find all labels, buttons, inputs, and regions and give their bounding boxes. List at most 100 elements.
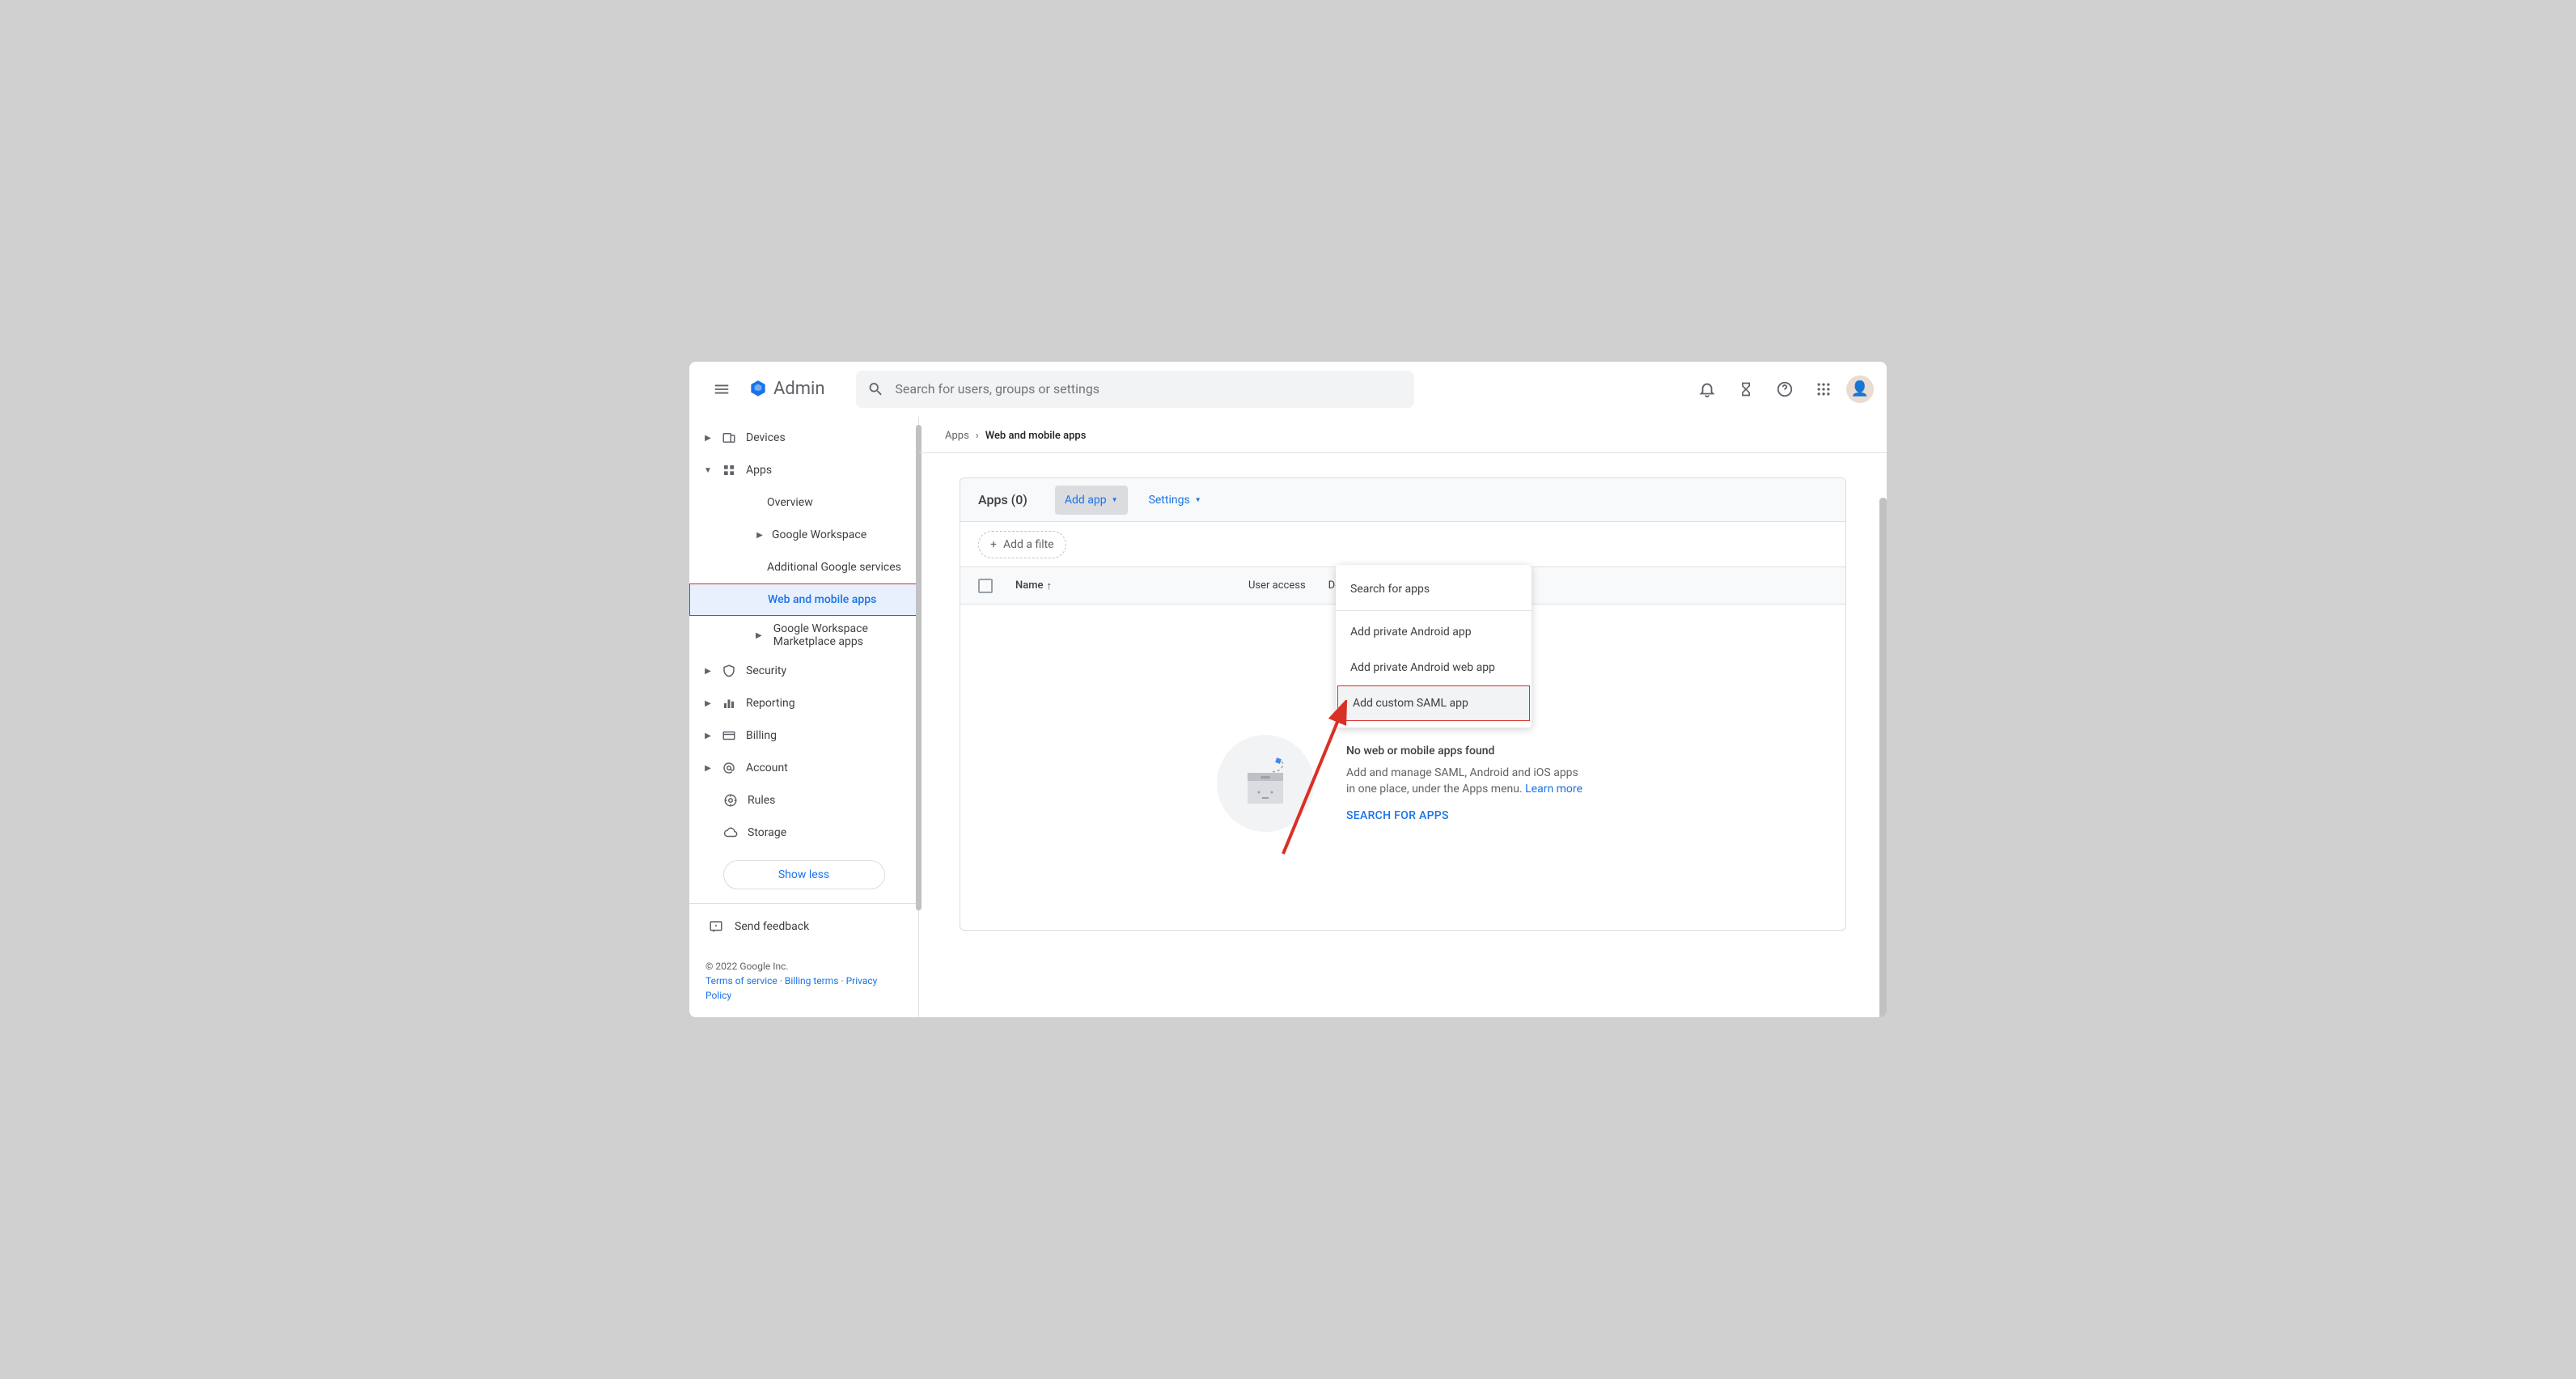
admin-logo-text: Admin	[773, 379, 825, 399]
divider	[1336, 610, 1532, 611]
card-title: Apps (0)	[978, 492, 1027, 507]
sidebar-label: Apps	[746, 464, 772, 477]
rules-icon	[722, 793, 739, 808]
add-app-dropdown: Search for apps Add private Android app …	[1336, 565, 1532, 728]
breadcrumb-root[interactable]: Apps	[945, 430, 969, 442]
content-area: Apps (0) Add app ▼ Settings ▼ +	[919, 453, 1887, 1017]
sidebar-label: Web and mobile apps	[768, 593, 876, 606]
sidebar-item-google-workspace[interactable]: ▶ Google Workspace	[689, 519, 918, 551]
show-less-button[interactable]: Show less	[723, 860, 885, 889]
sidebar-item-additional-services[interactable]: Additional Google services	[689, 551, 918, 583]
main-content: Apps › Web and mobile apps Apps (0) Add …	[919, 417, 1887, 1017]
empty-heading: No web or mobile apps found	[1346, 745, 1589, 757]
empty-illustration	[1217, 735, 1314, 832]
search-for-apps-button[interactable]: SEARCH FOR APPS	[1346, 809, 1589, 822]
caret-down-icon: ▼	[704, 466, 712, 475]
search-input[interactable]	[895, 381, 1402, 397]
sidebar-item-apps[interactable]: ▼ Apps	[689, 454, 918, 486]
notifications-button[interactable]	[1691, 373, 1723, 405]
chevron-down-icon: ▼	[1112, 496, 1118, 503]
sidebar-item-storage[interactable]: Storage	[689, 817, 918, 849]
dd-add-private-android-web[interactable]: Add private Android web app	[1336, 650, 1532, 685]
global-search[interactable]	[856, 371, 1414, 408]
caret-right-icon: ▶	[704, 699, 712, 708]
dd-add-private-android[interactable]: Add private Android app	[1336, 614, 1532, 650]
card-toolbar: Apps (0) Add app ▼ Settings ▼	[960, 478, 1845, 522]
feedback-icon	[709, 919, 723, 934]
sidebar-label: Reporting	[746, 697, 795, 710]
dd-search-for-apps[interactable]: Search for apps	[1336, 571, 1532, 607]
sidebar-label: Overview	[767, 496, 813, 509]
dd-add-custom-saml[interactable]: Add custom SAML app	[1337, 685, 1530, 721]
sidebar-label: Devices	[746, 431, 786, 444]
breadcrumb: Apps › Web and mobile apps	[919, 417, 1887, 446]
apps-grid-icon	[1815, 381, 1832, 397]
sidebar-label: Google Workspace	[772, 528, 866, 541]
help-button[interactable]	[1769, 373, 1801, 405]
tasks-button[interactable]	[1730, 373, 1762, 405]
at-icon	[720, 761, 738, 775]
search-icon	[867, 380, 884, 398]
caret-right-icon: ▶	[756, 631, 762, 640]
plus-icon: +	[990, 538, 997, 551]
sidebar-scroll[interactable]: ▶ Devices ▼ Apps Overview	[689, 417, 918, 903]
legal-footer: © 2022 Google Inc. Terms of service · Bi…	[689, 949, 918, 1017]
box-icon	[1233, 755, 1298, 812]
terms-link[interactable]: Terms of service	[705, 975, 777, 987]
add-filter-chip[interactable]: + Add a filte	[978, 531, 1066, 558]
sidebar-label: Storage	[748, 826, 786, 839]
breadcrumb-current: Web and mobile apps	[985, 430, 1087, 442]
shield-icon	[720, 664, 738, 678]
sidebar-footer: Send feedback © 2022 Google Inc. Terms o…	[689, 903, 918, 1017]
sidebar-item-devices[interactable]: ▶ Devices	[689, 422, 918, 454]
sidebar-item-account[interactable]: ▶ Account	[689, 752, 918, 784]
sidebar-label: Billing	[746, 729, 777, 742]
top-header: Admin 👤	[689, 362, 1887, 417]
caret-right-icon: ▶	[704, 764, 712, 773]
sidebar-label: Rules	[748, 794, 775, 807]
sidebar-label: Security	[746, 664, 786, 677]
learn-more-link[interactable]: Learn more	[1525, 783, 1582, 796]
help-icon	[1776, 380, 1794, 398]
sidebar-item-web-mobile-apps[interactable]: Web and mobile apps	[689, 583, 918, 616]
send-feedback-button[interactable]: Send feedback	[689, 904, 918, 949]
chart-icon	[720, 696, 738, 711]
add-app-button[interactable]: Add app ▼	[1055, 486, 1128, 515]
sidebar-item-billing[interactable]: ▶ Billing	[689, 719, 918, 752]
header-actions: 👤	[1691, 373, 1874, 405]
bell-icon	[1698, 380, 1716, 398]
billing-terms-link[interactable]: Billing terms	[785, 975, 839, 987]
sidebar-label: Google Workspace Marketplace apps	[773, 622, 918, 648]
caret-right-icon: ▶	[704, 732, 712, 740]
filter-row: + Add a filte	[960, 522, 1845, 567]
admin-logo-icon	[748, 379, 769, 400]
admin-console-window: Admin 👤 ▶	[689, 362, 1887, 1017]
left-sidebar: ▶ Devices ▼ Apps Overview	[689, 417, 919, 1017]
devices-icon	[720, 431, 738, 445]
settings-button[interactable]: Settings ▼	[1139, 486, 1211, 515]
select-all-checkbox[interactable]	[978, 579, 993, 593]
col-name[interactable]: Name ↑	[1015, 579, 1226, 592]
apps-launcher-button[interactable]	[1807, 373, 1840, 405]
sidebar-item-security[interactable]: ▶ Security	[689, 655, 918, 687]
caret-right-icon: ▶	[756, 531, 764, 540]
sidebar-item-reporting[interactable]: ▶ Reporting	[689, 687, 918, 719]
caret-right-icon: ▶	[704, 667, 712, 676]
body-layout: ▶ Devices ▼ Apps Overview	[689, 417, 1887, 1017]
empty-body: Add and manage SAML, Android and iOS app…	[1346, 766, 1589, 797]
menu-button[interactable]	[702, 370, 741, 409]
cloud-icon	[722, 825, 739, 840]
col-user-access[interactable]: User access	[1248, 579, 1306, 592]
hamburger-icon	[713, 380, 731, 398]
sidebar-item-rules[interactable]: Rules	[689, 784, 918, 817]
sidebar-item-marketplace-apps[interactable]: ▶ Google Workspace Marketplace apps	[689, 616, 918, 655]
sidebar-label: Additional Google services	[767, 561, 901, 574]
account-avatar[interactable]: 👤	[1846, 376, 1874, 403]
admin-logo[interactable]: Admin	[748, 379, 825, 400]
apps-icon	[720, 464, 738, 477]
hourglass-icon	[1738, 380, 1754, 398]
sidebar-item-overview[interactable]: Overview	[689, 486, 918, 519]
sort-asc-icon: ↑	[1047, 579, 1053, 592]
main-scrollbar[interactable]	[1879, 498, 1887, 1017]
copyright-text: © 2022 Google Inc.	[705, 959, 902, 974]
